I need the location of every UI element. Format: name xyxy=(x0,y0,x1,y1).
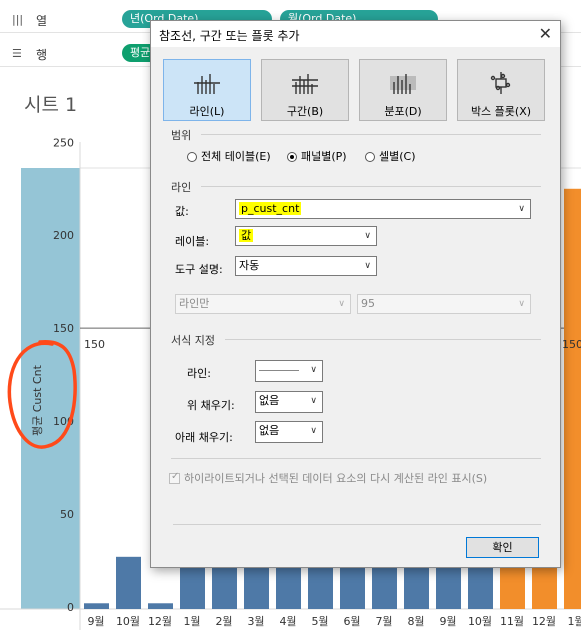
ref-label-left: 150 xyxy=(84,338,105,351)
format-line-label: 라인: xyxy=(187,367,211,380)
y-tick-label: 200 xyxy=(53,229,74,242)
type-boxplot-label: 박스 플롯(X) xyxy=(470,105,532,118)
type-distribution-button[interactable]: 분포(D) xyxy=(359,59,447,121)
x-tick-label: 9월 xyxy=(87,615,104,628)
boxplot-icon xyxy=(490,72,511,94)
x-tick-label: 10월 xyxy=(116,615,140,628)
value-label: 값: xyxy=(175,205,189,218)
fill-above-value: 없음 xyxy=(259,394,280,407)
fill-below-value: 없음 xyxy=(259,424,280,437)
x-tick-label: 6월 xyxy=(343,615,360,628)
x-tick-label: 4월 xyxy=(279,615,296,628)
type-line-label: 라인(L) xyxy=(189,105,225,118)
format-divider xyxy=(225,339,541,340)
ok-button[interactable]: 확인 xyxy=(466,537,539,558)
type-band-label: 구간(B) xyxy=(286,105,324,118)
bar xyxy=(564,188,581,609)
x-tick-label: 10월 xyxy=(468,615,492,628)
fill-above-dropdown[interactable]: 없음 ∨ xyxy=(255,391,323,413)
label-dropdown[interactable]: 값 ∨ xyxy=(235,226,377,246)
value-dropdown[interactable]: p_cust_cnt ∨ xyxy=(235,199,531,219)
line-header: 라인 xyxy=(171,181,192,194)
ref-label-right: 150 xyxy=(562,338,581,351)
distribution-icon xyxy=(390,74,416,94)
chevron-down-icon: ∨ xyxy=(364,231,371,241)
type-distribution-label: 분포(D) xyxy=(384,105,422,118)
label-label: 레이블: xyxy=(175,235,210,248)
y-tick-label: 250 xyxy=(53,136,74,149)
x-tick-label: 7월 xyxy=(375,615,392,628)
dialog-title: 참조선, 구간 또는 플롯 추가 xyxy=(159,29,300,43)
confidence-value: 95 xyxy=(361,297,375,310)
x-tick-label: 2월 xyxy=(215,615,232,628)
y-tick-label: 150 xyxy=(53,322,74,335)
x-tick-label: 1월 xyxy=(567,615,581,628)
chevron-down-icon: ∨ xyxy=(310,365,317,375)
check-icon xyxy=(169,471,180,484)
line-icon xyxy=(194,74,220,94)
x-tick-label: 8월 xyxy=(407,615,424,628)
radio-off-icon xyxy=(187,152,197,162)
x-tick-label: 1월 xyxy=(183,615,200,628)
bar xyxy=(116,556,141,609)
x-tick-label: 5월 xyxy=(311,615,328,628)
type-line-button[interactable]: 라인(L) xyxy=(163,59,251,121)
tooltip-dropdown[interactable]: 자동 ∨ xyxy=(235,256,377,276)
confidence-dropdown: 95 ∨ xyxy=(357,294,531,314)
line-only-value: 라인만 xyxy=(179,297,210,310)
chevron-down-icon: ∨ xyxy=(338,299,345,309)
chevron-down-icon: ∨ xyxy=(364,261,371,271)
scope-header: 범위 xyxy=(171,129,192,142)
bottom-divider xyxy=(173,524,541,525)
scope-cell-label: 셀별(C) xyxy=(379,150,416,163)
line-divider xyxy=(201,186,541,187)
scope-pane-label: 패널별(P) xyxy=(301,150,347,163)
band-icon xyxy=(292,74,318,94)
chevron-down-icon: ∨ xyxy=(310,426,317,436)
scope-divider xyxy=(201,134,541,135)
fill-below-dropdown[interactable]: 없음 ∨ xyxy=(255,421,323,443)
tooltip-label: 도구 설명: xyxy=(175,263,223,276)
scope-cell-radio[interactable]: 셀별(C) xyxy=(365,148,416,164)
type-band-button[interactable]: 구간(B) xyxy=(261,59,349,121)
recalc-checkbox: 하이라이트되거나 선택된 데이터 요소의 다시 계산된 라인 표시(S) xyxy=(169,470,487,486)
bar xyxy=(148,603,173,609)
bar xyxy=(84,603,109,609)
radio-off-icon xyxy=(365,152,375,162)
radio-on-icon xyxy=(287,152,297,162)
chevron-down-icon: ∨ xyxy=(518,204,525,214)
x-tick-label: 11월 xyxy=(500,615,524,628)
chevron-down-icon: ∨ xyxy=(310,396,317,406)
y-axis-title-text: 평균 Cust Cnt xyxy=(31,365,44,436)
fill-above-label: 위 채우기: xyxy=(187,399,235,412)
line-only-dropdown: 라인만 ∨ xyxy=(175,294,351,314)
recalc-divider xyxy=(171,458,541,459)
dialog-titlebar: 참조선, 구간 또는 플롯 추가 ✕ xyxy=(151,21,560,47)
scope-table-label: 전체 테이블(E) xyxy=(201,150,271,163)
scope-pane-radio[interactable]: 패널별(P) xyxy=(287,148,347,164)
line-style-dropdown[interactable]: ∨ xyxy=(255,360,323,382)
line-style-swatch xyxy=(259,369,299,371)
x-tick-label: 3월 xyxy=(247,615,264,628)
x-tick-label: 12월 xyxy=(532,615,556,628)
x-tick-label: 12월 xyxy=(148,615,172,628)
reference-line-dialog: 참조선, 구간 또는 플롯 추가 ✕ 라인(L) 구간(B) 분포(D) 박스 … xyxy=(150,20,561,568)
fill-below-label: 아래 채우기: xyxy=(175,431,233,444)
chevron-down-icon: ∨ xyxy=(518,299,525,309)
x-tick-label: 9월 xyxy=(439,615,456,628)
type-boxplot-button[interactable]: 박스 플롯(X) xyxy=(457,59,545,121)
y-axis-title: 평균 Cust Cnt xyxy=(21,340,51,440)
recalc-label: 하이라이트되거나 선택된 데이터 요소의 다시 계산된 라인 표시(S) xyxy=(184,472,488,485)
value-selected: p_cust_cnt xyxy=(239,202,302,215)
scope-table-radio[interactable]: 전체 테이블(E) xyxy=(187,148,271,164)
format-header: 서식 지정 xyxy=(171,334,215,347)
close-icon[interactable]: ✕ xyxy=(539,24,552,43)
y-tick-label: 50 xyxy=(60,508,74,521)
label-selected: 값 xyxy=(239,229,254,242)
tooltip-selected: 자동 xyxy=(239,259,260,272)
y-tick-label: 0 xyxy=(67,601,74,614)
